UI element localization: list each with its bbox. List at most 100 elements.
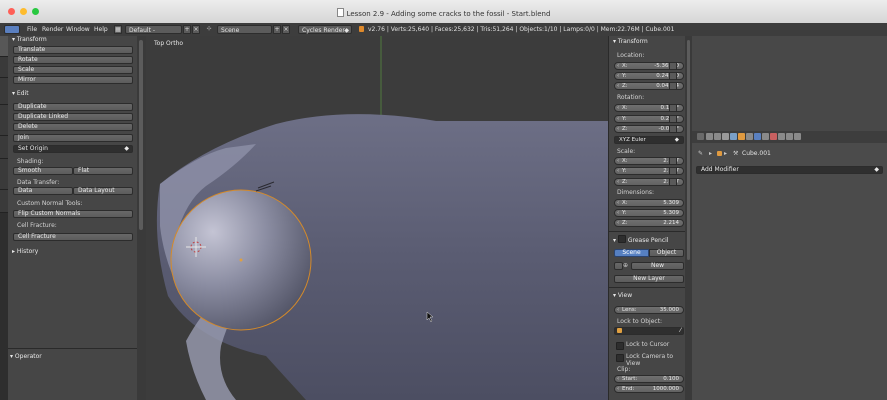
menu-window[interactable]: Window (66, 26, 90, 33)
translate-button[interactable]: Translate (13, 46, 133, 54)
flat-button[interactable]: Flat (73, 167, 133, 175)
constraints-icon[interactable] (746, 133, 753, 140)
render-engine-selector[interactable]: Cycles Render ◆ (298, 25, 352, 34)
scene-remove-icon[interactable]: × (282, 25, 290, 34)
data-layout-button[interactable]: Data Layout (73, 187, 133, 195)
menu-file[interactable]: File (27, 26, 37, 33)
new-layer-button[interactable]: New Layer (614, 275, 684, 283)
grease-new-button[interactable]: New (631, 262, 684, 270)
blender-logo-icon (359, 26, 364, 32)
lock-scale-x-icon[interactable] (669, 157, 677, 165)
tab-grease-pencil[interactable] (0, 159, 8, 190)
render-layers-icon[interactable] (714, 133, 721, 140)
physics-icon[interactable] (794, 133, 801, 140)
outliner-area[interactable] (692, 36, 887, 132)
smooth-button[interactable]: Smooth (13, 167, 73, 175)
texture-icon[interactable] (778, 133, 785, 140)
dimensions-x-field[interactable]: ‹ X: 5.309 (614, 199, 684, 207)
clip-start-field[interactable]: ‹ Start: 0.100 (614, 375, 684, 383)
breadcrumb-object: Cube.001 (742, 150, 771, 157)
cell-fracture-button[interactable]: Cell Fracture (13, 233, 133, 241)
grease-pencil-header[interactable]: ▾ Grease Pencil (613, 235, 668, 244)
lock-cursor-checkbox[interactable] (616, 342, 624, 350)
scale-button[interactable]: Scale (13, 66, 133, 74)
menu-render[interactable]: Render (42, 26, 63, 33)
set-origin-dropdown[interactable]: Set Origin ◆ (13, 145, 133, 153)
lens-field[interactable]: ‹ Lens: 35.000 (614, 306, 684, 314)
lock-rotation-y-icon[interactable] (669, 115, 677, 123)
render-icon[interactable] (706, 133, 713, 140)
transform-properties-header[interactable]: ▾ Transform (613, 38, 648, 45)
dimensions-y-field[interactable]: ‹ Y: 5.309 (614, 209, 684, 217)
eyedropper-icon[interactable]: ⁄ (680, 328, 681, 334)
rotate-button[interactable]: Rotate (13, 56, 133, 64)
duplicate-linked-button[interactable]: Duplicate Linked (13, 113, 133, 121)
lock-rotation-z-icon[interactable] (669, 125, 677, 133)
clip-end-field[interactable]: ‹ End: 1000.000 (614, 385, 684, 393)
tab-animation[interactable] (0, 105, 8, 136)
data-button[interactable]: Data (13, 187, 73, 195)
pin-icon[interactable]: ✎ (698, 150, 703, 157)
pencil-icon[interactable] (614, 262, 623, 270)
scene-add-icon[interactable]: + (273, 25, 281, 34)
scene-selector[interactable]: Scene (217, 25, 272, 34)
layout-grid-icon[interactable]: ▦ (114, 25, 122, 34)
tab-create[interactable] (0, 57, 8, 78)
tab-tools[interactable] (0, 36, 8, 57)
material-icon[interactable] (770, 133, 777, 140)
grease-tab-scene[interactable]: Scene (614, 249, 649, 257)
duplicate-button[interactable]: Duplicate (13, 103, 133, 111)
object-props-icon[interactable] (738, 133, 745, 140)
arrow-left-icon: ‹ (617, 158, 620, 164)
operator-panel-header[interactable]: ▾ Operator (10, 353, 42, 360)
particles-icon[interactable] (786, 133, 793, 140)
tab-physics[interactable] (0, 136, 8, 159)
arrow-left-icon: ‹ (617, 307, 620, 313)
lock-location-x-icon[interactable] (669, 62, 677, 70)
layout-add-icon[interactable]: + (183, 25, 191, 34)
tab-relations[interactable] (0, 78, 8, 105)
world-icon[interactable] (730, 133, 737, 140)
edit-panel-header[interactable]: ▾ Edit (12, 90, 29, 97)
lock-scale-y-icon[interactable] (669, 167, 677, 175)
object-icon (717, 151, 722, 156)
scrollbar-thumb[interactable] (139, 40, 143, 230)
grease-pencil-checkbox[interactable] (617, 235, 626, 243)
lock-location-y-icon[interactable] (669, 72, 677, 80)
flip-custom-normals-button[interactable]: Flip Custom Normals (13, 210, 133, 218)
scrollbar-thumb[interactable] (687, 40, 690, 260)
editor-type-icon[interactable] (4, 25, 20, 34)
data-props-icon[interactable] (762, 133, 769, 140)
view-panel-header[interactable]: ▾ View (613, 292, 632, 299)
layout-remove-icon[interactable]: × (192, 25, 200, 34)
3d-viewport[interactable]: Top Ortho (146, 36, 608, 400)
scene-props-icon[interactable] (722, 133, 729, 140)
mirror-button[interactable]: Mirror (13, 76, 133, 84)
delete-button[interactable]: Delete (13, 123, 133, 131)
join-button[interactable]: Join (13, 134, 133, 142)
rotation-mode-dropdown[interactable]: XYZ Euler ◆ (614, 136, 684, 144)
properties-scrollbar[interactable] (685, 36, 692, 400)
menu-help[interactable]: Help (94, 26, 108, 33)
info-header: File Render Window Help ▦ Default - Reco… (0, 23, 887, 43)
document-icon (336, 8, 344, 17)
modifiers-icon[interactable] (754, 133, 761, 140)
clip-label: Clip: (617, 366, 631, 373)
add-modifier-dropdown[interactable]: Add Modifier ◆ (696, 166, 883, 174)
cube-icon (617, 328, 622, 333)
lock-rotation-x-icon[interactable] (669, 104, 677, 112)
lock-scale-z-icon[interactable] (669, 178, 677, 186)
tab-fracture[interactable] (0, 190, 8, 213)
editor-type-icon[interactable] (697, 133, 704, 140)
viewport-scene (156, 36, 608, 400)
lock-location-z-icon[interactable] (669, 82, 677, 90)
toolshelf-scrollbar[interactable] (137, 36, 146, 400)
lock-camera-checkbox[interactable] (616, 354, 624, 362)
dimensions-z-field[interactable]: ‹ Z: 2.214 (614, 219, 684, 227)
lock-object-field[interactable]: ⁄ (614, 327, 684, 335)
transform-panel-header[interactable]: ▾ Transform (12, 36, 47, 43)
layout-selector[interactable]: Default - Recording (125, 25, 182, 43)
grease-tab-object[interactable]: Object (649, 249, 684, 257)
history-panel-header[interactable]: ▸ History (12, 248, 38, 255)
modifier-panel: ✎ ▸ ▸ ⚒ Cube.001 Add Modifier ◆ (692, 143, 887, 400)
